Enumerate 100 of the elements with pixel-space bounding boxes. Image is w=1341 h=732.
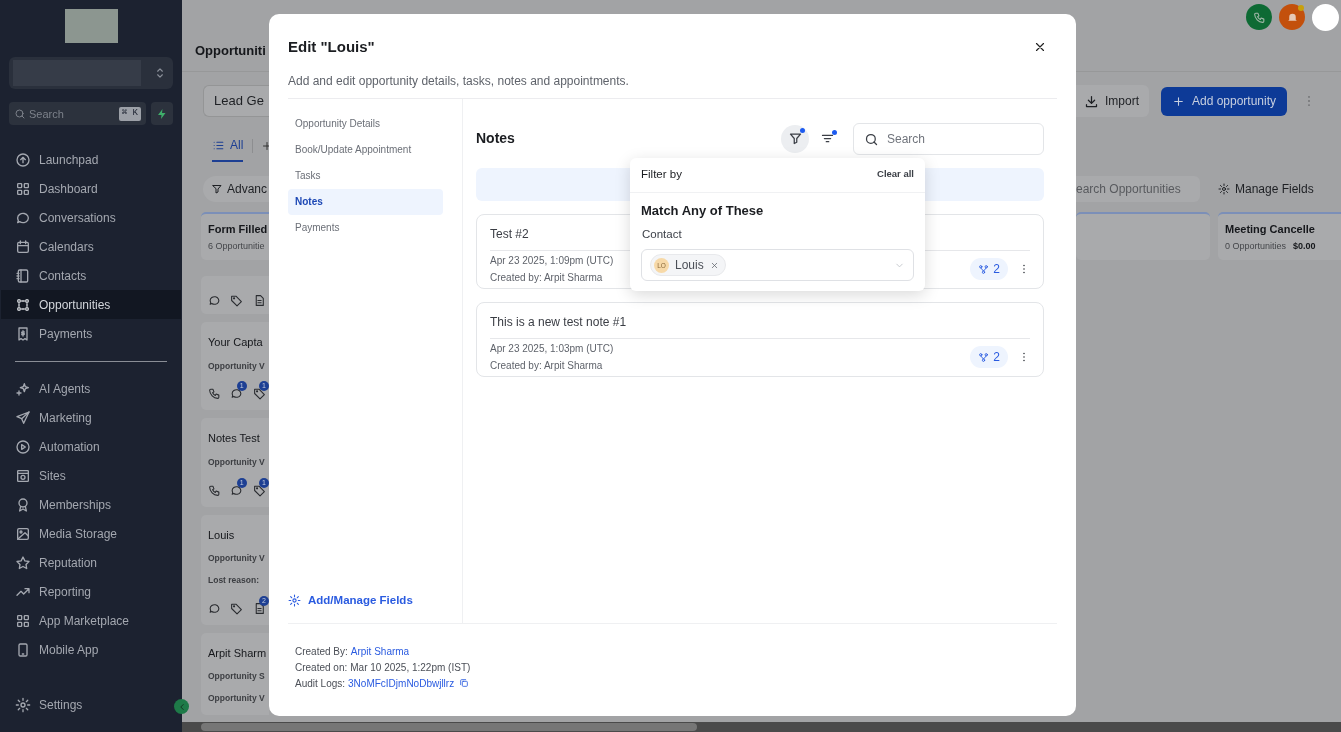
sidebar-item[interactable]: Reporting	[9, 577, 173, 606]
quick-action-button[interactable]	[151, 102, 173, 125]
footer-link[interactable]: 3NoMFcIDjmNoDbwjllrz	[348, 675, 455, 691]
sidebar-item[interactable]: Media Storage	[9, 519, 173, 548]
funnel-icon	[787, 131, 803, 146]
chat-icon	[230, 387, 244, 401]
settings-item[interactable]: Settings	[9, 690, 173, 719]
page-title: Opportuniti	[194, 42, 266, 60]
phone-icon	[1252, 10, 1266, 24]
search-field[interactable]: earch Opportunities	[1076, 176, 1200, 202]
sidebar-item[interactable]: AI Agents	[9, 374, 173, 403]
associations-chip[interactable]: 2	[970, 258, 1008, 280]
call-button[interactable]	[1246, 4, 1272, 30]
phone-icon	[208, 387, 221, 401]
dialog-nav-item[interactable]: Opportunity Details	[288, 110, 443, 137]
clear-all-button[interactable]: Clear all	[877, 167, 914, 182]
footer-link[interactable]: Arpit Sharma	[350, 643, 410, 659]
search-icon	[864, 131, 879, 147]
sidebar-item[interactable]: Launchpad	[9, 145, 173, 174]
logo-block	[64, 9, 118, 43]
manage-fields-button[interactable]: Manage Fields	[1218, 180, 1314, 198]
sidebar-item[interactable]: Marketing	[9, 403, 173, 432]
chat-icon	[208, 294, 221, 307]
card-title: Notes Test	[208, 431, 261, 447]
note-date: Apr 23 2025, 1:09pm (UTC)	[490, 254, 614, 268]
settings-icon	[1218, 183, 1230, 195]
remove-chip-button[interactable]	[709, 260, 720, 271]
card-field: Opportunity V	[208, 691, 269, 705]
note-author: Created by: Arpit Sharma	[490, 271, 604, 285]
notifications-button[interactable]	[1279, 4, 1305, 30]
dialog-nav-item[interactable]: Payments	[288, 214, 443, 241]
download-icon	[1084, 93, 1099, 109]
dialog-subtitle: Add and edit opportunity details, tasks, notes and appointments.	[288, 71, 1057, 99]
calendar-icon	[15, 238, 31, 255]
associations-chip[interactable]: 2	[970, 346, 1008, 368]
card-field: Opportunity V	[208, 359, 269, 373]
advanced-filter-button[interactable]: Advanc	[203, 176, 269, 202]
smartphone-icon	[15, 641, 31, 658]
manage-fields-link[interactable]: Add/Manage Fields	[288, 591, 443, 609]
scrollbar-thumb[interactable]	[201, 723, 697, 731]
connected-dots-icon	[15, 296, 31, 313]
sidebar-item[interactable]: Memberships	[9, 490, 173, 519]
search-field[interactable]: Search	[853, 122, 1044, 155]
stage-count: 0 Opportunities	[1225, 240, 1287, 253]
card-field: Opportunity V	[208, 552, 269, 565]
footer-label: Created on:	[295, 660, 348, 675]
card-field: Lost reason:	[208, 573, 269, 587]
receipt-icon	[15, 325, 31, 342]
footer-value: Mar 10 2025, 1:22pm (IST)	[350, 660, 471, 675]
stage-title: Form Filled	[208, 221, 269, 237]
note-text: This is a new test note #1	[490, 302, 1030, 339]
section-title: Notes	[476, 129, 515, 148]
play-circle-icon	[15, 438, 31, 455]
sidebar-item[interactable]: Dashboard	[9, 174, 173, 203]
send-icon	[15, 409, 31, 426]
tag-icon	[230, 294, 244, 307]
sidebar-item[interactable]: App Marketplace	[9, 606, 173, 635]
view-tab[interactable]: All	[212, 130, 244, 162]
footer-label: Created By:	[295, 644, 348, 659]
shortcut-key: ⌘ K	[118, 107, 141, 121]
popover-title: Filter by	[641, 166, 682, 182]
dialog-nav-item[interactable]: Book/Update Appointment	[288, 136, 443, 163]
phone-icon	[208, 483, 221, 497]
grid-icon	[15, 612, 31, 629]
sidebar-item[interactable]: Automation	[9, 432, 173, 461]
dialog-nav-item[interactable]: Notes	[288, 188, 443, 215]
tag-icon	[230, 601, 244, 615]
sidebar-item[interactable]: Opportunities	[1, 290, 181, 319]
sidebar-item[interactable]: Conversations	[9, 203, 173, 232]
close-icon	[710, 260, 720, 270]
copy-button[interactable]	[459, 678, 470, 688]
branch-icon	[978, 263, 990, 275]
chat-icon	[230, 483, 244, 497]
tag-icon	[252, 483, 266, 497]
copy-icon	[459, 678, 470, 688]
filter-button[interactable]	[781, 124, 809, 153]
pipeline-select[interactable]: Lead Ge	[203, 85, 269, 117]
tag-icon	[252, 387, 266, 401]
star-icon	[15, 554, 31, 571]
account-switcher[interactable]	[9, 57, 173, 89]
sidebar-item[interactable]: Payments	[9, 319, 173, 348]
sidebar-item[interactable]: Contacts	[9, 261, 173, 290]
card-field: Opportunity V	[208, 455, 269, 469]
sidebar-item[interactable]: Sites	[9, 461, 173, 490]
card-field: Opportunity S	[208, 670, 269, 683]
sidebar-item[interactable]: Calendars	[9, 232, 173, 261]
add-opportunity-button[interactable]: Add opportunity	[1161, 86, 1287, 116]
sidebar-item[interactable]: Reputation	[9, 548, 173, 577]
chat-icon	[208, 601, 221, 615]
import-button[interactable]: Import	[1076, 85, 1149, 117]
card-title: Louis	[208, 527, 236, 543]
field-label: Contact	[641, 227, 683, 242]
note-author: Created by: Arpit Sharma	[490, 359, 604, 373]
lightning-icon	[156, 107, 168, 120]
note-date: Apr 23 2025, 1:03pm (UTC)	[490, 342, 614, 356]
sparkle-icon	[15, 380, 31, 397]
stage-amount: $0.00	[1293, 240, 1316, 253]
funnel-icon	[211, 183, 223, 195]
sidebar-item[interactable]: Mobile App	[9, 635, 173, 664]
dialog-nav-item[interactable]: Tasks	[288, 162, 443, 189]
